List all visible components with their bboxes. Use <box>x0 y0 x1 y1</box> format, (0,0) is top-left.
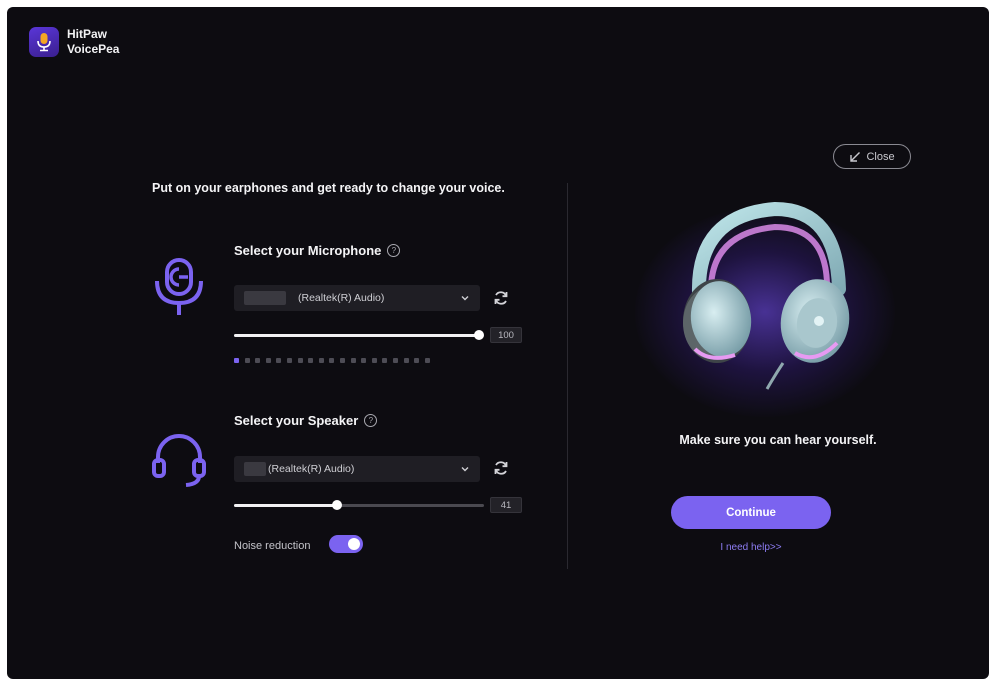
chevron-down-icon <box>461 296 469 301</box>
level-segment <box>276 358 282 363</box>
logo-icon <box>29 27 59 57</box>
help-icon[interactable]: ? <box>387 244 401 257</box>
slider-handle[interactable] <box>332 500 343 510</box>
hear-yourself-text: Make sure you can hear yourself. <box>679 433 877 447</box>
level-segment <box>297 358 303 363</box>
level-segment <box>414 358 420 363</box>
level-segment <box>308 358 314 363</box>
level-segment <box>403 358 409 363</box>
level-segment <box>265 358 271 363</box>
speaker-volume-value[interactable]: 41 <box>490 497 522 513</box>
microphone-title-text: Select your Microphone <box>234 243 382 258</box>
microphone-device: (Realtek(R) Audio) <box>298 292 385 304</box>
level-segment <box>424 358 430 363</box>
noise-reduction-label: Noise reduction <box>234 540 311 552</box>
intro-text: Put on your earphones and get ready to c… <box>152 181 505 195</box>
level-segment <box>392 358 398 363</box>
device-name-redacted <box>244 291 286 305</box>
slider-fill <box>234 334 479 337</box>
headphones-illustration <box>683 201 850 390</box>
noise-reduction-toggle[interactable] <box>329 535 363 553</box>
microphone-select[interactable]: (Realtek(R) Audio) <box>234 285 480 311</box>
microphone-title: Select your Microphone ? <box>234 243 401 258</box>
headset-icon <box>152 434 206 487</box>
level-segment <box>244 358 250 363</box>
microphone-level-meter <box>234 358 430 363</box>
speaker-select[interactable]: (Realtek(R) Audio) <box>234 456 480 482</box>
app-window: HitPaw VoicePea Close Put on your earpho… <box>7 7 989 679</box>
toggle-knob <box>348 538 360 550</box>
device-name-redacted <box>244 462 266 476</box>
microphone-volume-slider[interactable] <box>234 329 484 341</box>
level-segment <box>234 358 239 363</box>
speaker-volume-slider[interactable] <box>234 499 484 511</box>
level-segment <box>255 358 261 363</box>
refresh-icon[interactable] <box>493 460 509 476</box>
level-segment <box>371 358 377 363</box>
continue-button[interactable]: Continue <box>671 496 831 529</box>
slider-handle[interactable] <box>474 330 484 340</box>
speaker-title: Select your Speaker ? <box>234 413 378 428</box>
level-segment <box>350 358 356 363</box>
level-segment <box>382 358 388 363</box>
level-segment <box>361 358 367 363</box>
help-link[interactable]: I need help>> <box>671 542 831 553</box>
app-name-line1: HitPaw <box>67 27 108 41</box>
speaker-title-text: Select your Speaker <box>234 413 359 428</box>
app-name-line2: VoicePea <box>67 42 120 56</box>
level-segment <box>339 358 345 363</box>
level-segment <box>318 358 324 363</box>
level-segment <box>329 358 335 363</box>
microphone-volume-value[interactable]: 100 <box>490 327 522 343</box>
chevron-down-icon <box>461 467 469 472</box>
refresh-icon[interactable] <box>493 290 509 306</box>
shrink-arrow-icon <box>850 151 861 162</box>
close-label: Close <box>866 150 895 163</box>
brand: HitPaw VoicePea <box>29 27 119 57</box>
speaker-device: (Realtek(R) Audio) <box>268 463 355 475</box>
microphone-icon <box>155 258 203 315</box>
divider <box>567 183 568 569</box>
help-icon[interactable]: ? <box>364 414 378 427</box>
app-name: HitPaw VoicePea <box>67 27 119 57</box>
close-button[interactable]: Close <box>833 144 911 169</box>
slider-fill <box>234 504 338 507</box>
level-segment <box>286 358 292 363</box>
